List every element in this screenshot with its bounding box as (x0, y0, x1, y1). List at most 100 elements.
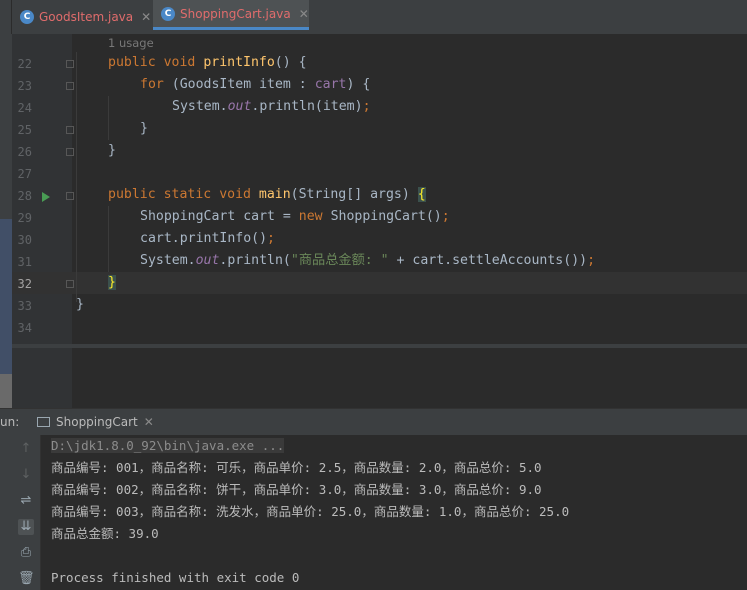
field-ref: cart (314, 77, 347, 92)
line-number: 26 (17, 145, 32, 159)
close-run-tab-icon[interactable]: ✕ (144, 415, 154, 429)
indent-guide (108, 96, 109, 140)
line-number: 24 (17, 101, 32, 115)
soft-wrap-icon[interactable]: ⇌ (18, 493, 34, 509)
arrow-up-icon[interactable]: ↑ (18, 441, 34, 457)
code-text: (GoodsItem item : (163, 77, 315, 92)
code-text: ShoppingCart cart = (140, 209, 299, 224)
semicolon: ; (441, 209, 450, 224)
indent-guide (108, 206, 109, 272)
code-text: + cart.settleAccounts()) (388, 253, 588, 268)
java-class-icon: C (20, 9, 34, 24)
console-line: 商品编号: 002，商品名称: 饼干，商品单价: 3.0，商品数量: 3.0，商… (51, 482, 542, 497)
line-number: 23 (17, 79, 32, 93)
code-line-31: System.out.println("商品总金额: " + cart.sett… (140, 250, 595, 272)
keyword: new (298, 209, 323, 224)
code-line-32: } (108, 272, 116, 294)
code-line-25: } (140, 121, 148, 136)
method-name: main (258, 187, 291, 202)
code-text: ) { (346, 77, 371, 92)
print-icon[interactable]: ⎙ (18, 545, 34, 561)
run-tab-label: ShoppingCart (56, 415, 138, 429)
code-text: .println(item) (251, 99, 363, 114)
code-line-24: System.out.println(item); (172, 96, 371, 118)
run-panel-header: un: ShoppingCart ✕ (0, 408, 747, 435)
tab-bar-left-strip (0, 0, 12, 34)
code-line-29: ShoppingCart cart = new ShoppingCart(); (140, 206, 450, 228)
fold-marker-icon[interactable] (66, 192, 74, 200)
method-name: printInfo (203, 55, 275, 70)
code-text: () { (274, 55, 307, 70)
run-label: un: (0, 415, 20, 429)
arrow-down-icon[interactable]: ↓ (18, 467, 34, 483)
keyword: static (163, 187, 212, 202)
fold-marker-icon[interactable] (66, 148, 74, 156)
matched-brace: { (417, 187, 426, 202)
static-field: out (195, 253, 220, 268)
tab-label: GoodsItem.java (39, 9, 134, 24)
code-text: System. (172, 99, 228, 114)
line-number: 34 (17, 321, 32, 335)
trash-icon[interactable]: 🗑 (18, 571, 35, 587)
left-strip-highlight (0, 219, 12, 374)
fold-marker-icon[interactable] (66, 82, 74, 90)
keyword: void (219, 187, 251, 202)
line-number: 30 (17, 233, 32, 247)
run-tab-shoppingcart[interactable]: ShoppingCart ✕ (31, 409, 160, 435)
semicolon: ; (587, 253, 596, 268)
left-strip-block (0, 374, 12, 408)
scroll-to-end-icon[interactable]: ⇊ (18, 519, 34, 535)
code-text: .println( (219, 253, 291, 268)
run-tool-strip (0, 435, 12, 590)
fold-marker-icon[interactable] (66, 60, 74, 68)
console-line: 商品编号: 001，商品名称: 可乐，商品单价: 2.5，商品数量: 2.0，商… (51, 460, 542, 475)
close-tab-icon[interactable]: ✕ (141, 10, 151, 24)
fold-marker-icon[interactable] (66, 280, 74, 288)
code-line-23: for (GoodsItem item : cart) { (140, 74, 370, 96)
code-text: cart.printInfo() (140, 231, 268, 246)
keyword: public (108, 55, 156, 70)
run-config-icon (37, 417, 50, 427)
run-toolbar: ↑ ↓ ⇌ ⇊ ⎙ 🗑 (12, 435, 41, 590)
line-number: 29 (17, 211, 32, 225)
editor-tab-bar: C GoodsItem.java ✕ C ShoppingCart.java ✕ (0, 0, 747, 34)
console-line: 商品编号: 003，商品名称: 洗发水，商品单价: 25.0，商品数量: 1.0… (51, 504, 570, 519)
line-number-current: 32 (17, 277, 32, 291)
fold-marker-icon[interactable] (66, 126, 74, 134)
code-line-33: } (76, 297, 84, 312)
semicolon: ; (267, 231, 275, 246)
run-gutter-icon[interactable] (42, 192, 50, 202)
console-command[interactable]: D:\jdk1.8.0_92\bin\java.exe ... (51, 438, 285, 453)
close-tab-icon[interactable]: ✕ (299, 7, 309, 21)
line-number: 22 (17, 57, 32, 71)
matched-brace: } (108, 275, 116, 290)
java-class-icon: C (161, 6, 175, 21)
semicolon: ; (362, 99, 371, 114)
keyword: void (163, 55, 196, 70)
usage-hint[interactable]: 1 usage (108, 36, 154, 50)
code-line-28: public static void main(String[] args) { (108, 184, 426, 206)
tab-label: ShoppingCart.java (180, 6, 291, 21)
console-line: 商品总金额: 39.0 (51, 526, 159, 541)
editor-bottom-band (12, 344, 747, 348)
line-number: 25 (17, 123, 32, 137)
console-line: Process finished with exit code 0 (51, 570, 300, 585)
code-line-22: public void printInfo() { (108, 52, 307, 74)
line-number: 28 (17, 189, 32, 203)
line-number: 27 (17, 167, 32, 181)
string-literal: "商品总金额: " (290, 253, 389, 268)
keyword: public (108, 187, 156, 202)
code-text: ShoppingCart() (322, 209, 442, 224)
line-number: 31 (17, 255, 32, 269)
code-line-26: } (108, 143, 116, 158)
keyword: for (140, 77, 164, 92)
tab-goodsitem[interactable]: C GoodsItem.java ✕ (12, 0, 152, 33)
static-field: out (227, 99, 252, 114)
line-number: 33 (17, 299, 32, 313)
current-line-highlight (12, 272, 747, 294)
indent-guide (76, 52, 77, 302)
tab-shoppingcart[interactable]: C ShoppingCart.java ✕ (153, 0, 309, 30)
console-line: D:\jdk1.8.0_92\bin\java.exe ... (51, 435, 285, 457)
code-text: System. (140, 253, 196, 268)
code-text: (String[] args) (290, 187, 418, 202)
